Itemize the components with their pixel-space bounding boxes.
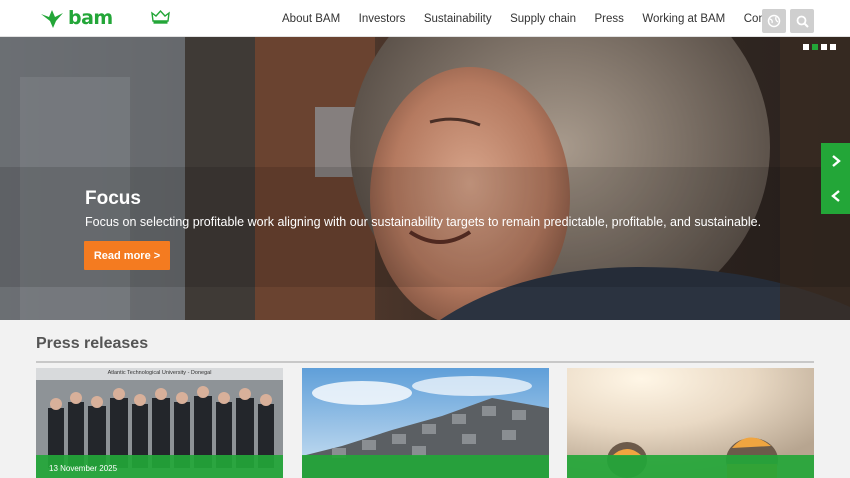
search-button[interactable] (790, 9, 814, 33)
press-card-band (567, 455, 814, 478)
slide-dot[interactable] (821, 44, 827, 50)
nav-press[interactable]: Press (594, 13, 623, 25)
globe-icon (767, 14, 781, 28)
main-navigation: About BAM Investors Sustainability Suppl… (282, 0, 802, 37)
royal-crown-icon (151, 9, 170, 24)
nav-investors[interactable]: Investors (359, 13, 406, 25)
nav-working-at-bam[interactable]: Working at BAM (642, 13, 725, 25)
language-button[interactable] (762, 9, 786, 33)
press-card[interactable] (567, 368, 814, 478)
search-icon (796, 15, 809, 28)
hero-background-image (0, 37, 850, 320)
nav-about-bam[interactable]: About BAM (282, 13, 340, 25)
press-card-caption: Atlantic Technological University - Done… (107, 370, 212, 376)
nav-supply-chain[interactable]: Supply chain (510, 13, 576, 25)
section-divider (36, 361, 814, 363)
slide-dot-active[interactable] (812, 44, 818, 50)
hero-slider: Focus Focus on selecting profitable work… (0, 37, 850, 320)
bam-logo[interactable]: bam (40, 6, 113, 30)
bam-bird-logo-icon (41, 10, 63, 28)
nav-sustainability[interactable]: Sustainability (424, 13, 492, 25)
press-card[interactable] (302, 368, 549, 478)
press-card-date: 13 November 2025 (49, 464, 118, 473)
logo-text: bam (68, 7, 113, 29)
slide-dot[interactable] (803, 44, 809, 50)
site-header: bam About BAM Investors Sustainability S… (0, 0, 850, 37)
previous-slide-button[interactable] (821, 178, 850, 214)
next-slide-button[interactable] (821, 143, 850, 179)
slide-dot[interactable] (830, 44, 836, 50)
hero-description: Focus on selecting profitable work align… (85, 215, 762, 229)
read-more-button[interactable]: Read more > (84, 241, 170, 270)
press-card[interactable]: Atlantic Technological University - Done… (36, 368, 283, 478)
chevron-right-icon (831, 155, 841, 167)
chevron-left-icon (830, 190, 840, 202)
press-releases-heading: Press releases (36, 335, 149, 352)
slide-indicators (803, 44, 839, 50)
hero-title: Focus (85, 188, 141, 209)
press-card-band (302, 455, 549, 478)
